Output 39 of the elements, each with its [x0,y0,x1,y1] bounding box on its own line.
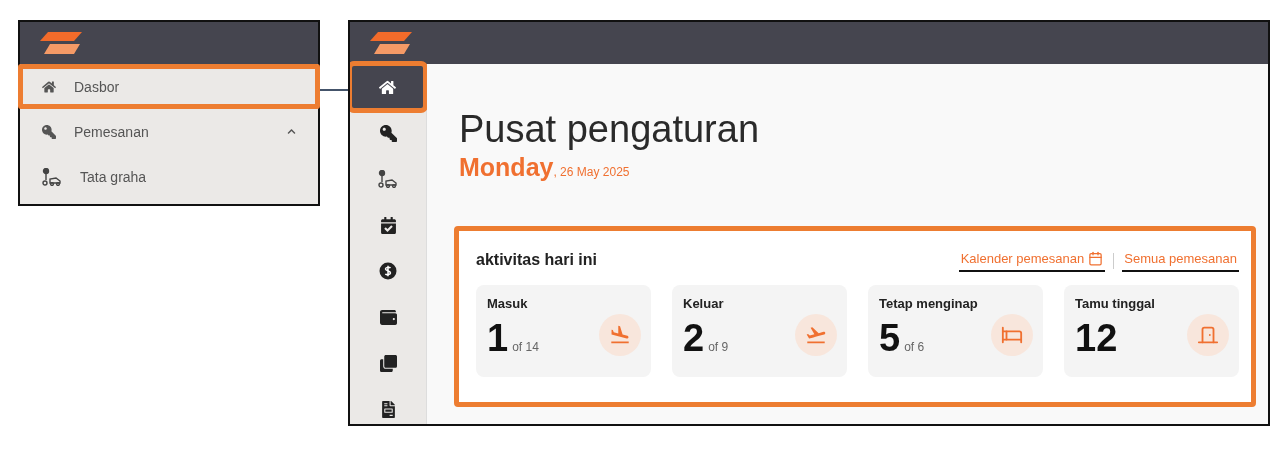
copy-icon [379,354,397,372]
door-icon [1197,324,1219,346]
section-title: aktivitas hari ini [476,251,598,269]
stat-value: 5 [879,317,901,360]
stat-value: 12 [1075,317,1118,360]
stat-label: Tamu tinggal [1075,296,1155,311]
menu-item[interactable]: Dasbor [18,64,320,109]
calendar-icon [379,216,397,234]
person-and-cart-icon [378,170,398,188]
stat-total: of 14 [512,340,539,354]
home-icon [42,79,56,94]
plane-landing-icon [609,324,631,346]
stat-value: 2 [683,317,705,360]
connector-line [320,89,348,91]
stat-value: 1 [487,317,509,360]
calendar-icon [1088,251,1104,266]
chevron-icon[interactable] [287,127,296,136]
sidebar-item[interactable] [350,64,425,110]
person-and-cart-icon [42,167,62,186]
stat-total: of 9 [708,340,729,354]
page-title: Pusat pengaturan [459,108,760,151]
stat-total: of 6 [904,340,925,354]
wallet-icon [379,308,397,326]
home-icon [379,78,396,96]
bed-icon [1001,324,1023,346]
logo-icon [40,32,82,54]
date: , 26 May 2025 [553,165,630,179]
key-icon [379,124,397,142]
menu-item[interactable]: Tata graha [20,154,318,199]
logo-icon [370,32,412,54]
dollar-coin-icon [379,262,397,280]
plane-takeoff-icon [805,324,827,346]
stat-label: Masuk [487,296,529,311]
key-icon [42,124,56,139]
report-icon [379,400,397,418]
stat-label: Keluar [683,296,725,311]
weekday: Monday [459,153,554,181]
menu-item[interactable]: Pemesanan [20,109,318,154]
stat-label: Tetap menginap [879,296,978,311]
